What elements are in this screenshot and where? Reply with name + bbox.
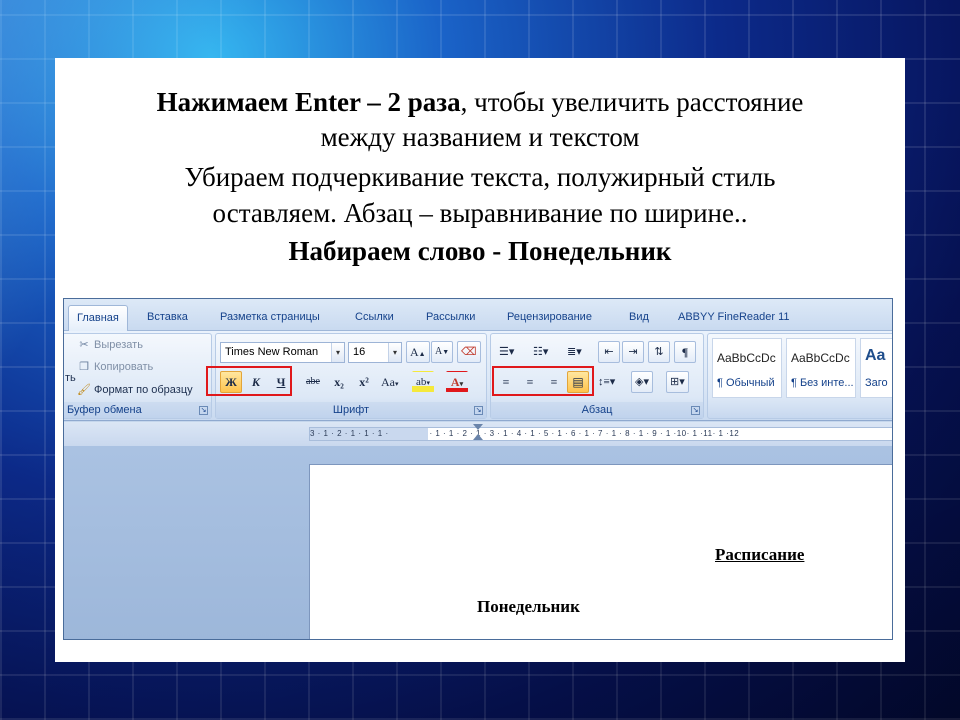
- scissors-icon: ✂: [79, 339, 89, 351]
- clear-formatting-icon[interactable]: ⌫: [457, 341, 481, 363]
- highlighter-icon: ab: [416, 376, 427, 388]
- grow-font-button[interactable]: A▲: [406, 341, 430, 363]
- font-size-value: 16: [353, 346, 366, 358]
- shrink-font-button[interactable]: A▼: [431, 341, 454, 363]
- style-sample: Aa: [865, 347, 886, 364]
- clipboard-group: ✂ Вырезать ❐ Копировать ть 🖌 Формат по обра…: [64, 333, 212, 419]
- change-case-button[interactable]: Aa▾: [377, 371, 403, 393]
- tab-references[interactable]: Ссылки: [347, 305, 402, 331]
- instruction-line-3: Убираем подчеркивание текста, полужирный…: [184, 162, 776, 192]
- style-name: ¶ Без инте...: [791, 377, 854, 389]
- style-tile-no-spacing[interactable]: AaBbCcDc ¶ Без инте...: [786, 338, 856, 398]
- instruction-line-1: Нажимаем Enter – 2 раза, чтобы увеличить…: [55, 85, 905, 120]
- tab-abbyy[interactable]: ABBYY FineReader 11: [670, 305, 798, 331]
- decrease-indent-icon[interactable]: ⇤: [598, 341, 620, 363]
- highlight-button[interactable]: ab▾: [412, 371, 434, 393]
- font-color-button[interactable]: A▾: [446, 371, 468, 393]
- superscript-button[interactable]: x²: [353, 371, 375, 393]
- clipboard-group-label: Буфер обмена: [64, 402, 211, 418]
- style-tile-normal[interactable]: AaBbCcDc ¶ Обычный: [712, 338, 782, 398]
- line-spacing-icon[interactable]: ↕≡▾: [594, 371, 619, 393]
- slide-panel: Нажимаем Enter – 2 раза, чтобы увеличить…: [55, 58, 905, 662]
- numbering-icon[interactable]: ☷▾: [529, 341, 552, 363]
- style-sample: AaBbCcDc: [791, 351, 850, 365]
- tab-page-layout[interactable]: Разметка страницы: [212, 305, 328, 331]
- font-name-select[interactable]: Times New Roman ▾: [220, 342, 345, 363]
- grow-font-icon: A: [410, 345, 419, 359]
- tab-view[interactable]: Вид: [621, 305, 657, 331]
- highlight-box-font-styles: [206, 366, 292, 396]
- change-case-label: Aa: [381, 375, 395, 389]
- copy-button[interactable]: ❐ Копировать: [77, 360, 153, 373]
- highlight-box-alignment: [492, 366, 594, 396]
- instruction-line-4: оставляем. Абзац – выравнивание по ширин…: [212, 198, 748, 228]
- style-sample: AaBbCcDc: [717, 351, 776, 365]
- tab-review[interactable]: Рецензирование: [499, 305, 600, 331]
- ruler-ticks: 3 · 1 · 2 · 1 · 1 · 1 · · 1 · 1 · 2 · 1 …: [310, 429, 740, 438]
- hanging-indent-marker-icon[interactable]: [473, 434, 483, 440]
- instruction-line-5: Набираем слово - Понедельник: [288, 236, 672, 266]
- instruction-line-1-bold: Нажимаем Enter – 2 раза: [156, 87, 461, 117]
- word-window-screenshot: Главная Вставка Разметка страницы Ссылки…: [63, 298, 893, 640]
- borders-icon[interactable]: ⊞▾: [666, 371, 689, 393]
- tab-mailings[interactable]: Рассылки: [418, 305, 483, 331]
- subscript-button[interactable]: x₂: [328, 371, 350, 393]
- dialog-launcher-icon[interactable]: ↘: [691, 406, 700, 415]
- paste-label-stub[interactable]: ть: [65, 372, 76, 384]
- first-line-indent-marker-icon[interactable]: [473, 424, 483, 430]
- style-name: ¶ Обычный: [717, 377, 775, 389]
- style-tile-heading[interactable]: Aa Заго: [860, 338, 892, 398]
- font-group-label: Шрифт: [216, 402, 486, 418]
- font-size-select[interactable]: 16 ▾: [348, 342, 402, 363]
- document-heading: Расписание: [715, 545, 805, 564]
- dialog-launcher-icon[interactable]: ↘: [474, 406, 483, 415]
- tab-insert[interactable]: Вставка: [139, 305, 196, 331]
- increase-indent-icon[interactable]: ⇥: [622, 341, 644, 363]
- cut-button[interactable]: ✂ Вырезать: [77, 338, 143, 351]
- copy-icon: ❐: [79, 361, 89, 373]
- sort-icon[interactable]: ⇅: [648, 341, 670, 363]
- document-area: Расписание Понедельник: [64, 446, 892, 639]
- instruction-line-2: между названием и текстом: [320, 122, 640, 152]
- font-color-icon: A: [450, 375, 460, 389]
- ribbon-body: ✂ Вырезать ❐ Копировать ть 🖌 Формат по обра…: [64, 331, 892, 421]
- instruction-line-1-rest: , чтобы увеличить расстояние: [460, 87, 804, 117]
- horizontal-ruler[interactable]: 3 · 1 · 2 · 1 · 1 · 1 · · 1 · 1 · 2 · 1 …: [309, 427, 892, 441]
- font-name-value: Times New Roman: [225, 346, 319, 358]
- dialog-launcher-icon[interactable]: ↘: [199, 406, 208, 415]
- tab-home[interactable]: Главная: [68, 305, 128, 331]
- ruler-strip: 3 · 1 · 2 · 1 · 1 · 1 · · 1 · 1 · 2 · 1 …: [64, 422, 892, 446]
- bullets-icon[interactable]: ☰▾: [495, 341, 518, 363]
- ribbon-tab-bar: Главная Вставка Разметка страницы Ссылки…: [64, 299, 892, 331]
- document-day: Понедельник: [477, 597, 580, 616]
- brush-icon: 🖌: [77, 384, 91, 396]
- chevron-down-icon: ▾: [388, 343, 401, 362]
- strikethrough-button[interactable]: abe: [302, 371, 324, 393]
- shading-icon[interactable]: ◈▾: [631, 371, 653, 393]
- show-marks-button[interactable]: ¶: [674, 341, 696, 363]
- styles-group: AaBbCcDc ¶ Обычный AaBbCcDc ¶ Без инте..…: [707, 333, 892, 419]
- multilevel-list-icon[interactable]: ≣▾: [563, 341, 586, 363]
- copy-label: Копировать: [94, 361, 154, 373]
- cut-label: Вырезать: [94, 339, 143, 351]
- chevron-down-icon: ▾: [331, 343, 344, 362]
- format-painter-label: Формат по образцу: [94, 384, 193, 396]
- paragraph-group-label: Абзац: [491, 402, 703, 418]
- document-page[interactable]: Расписание Понедельник: [309, 464, 892, 639]
- format-painter-button[interactable]: 🖌 Формат по образцу: [77, 383, 193, 396]
- style-name: Заго: [865, 377, 888, 389]
